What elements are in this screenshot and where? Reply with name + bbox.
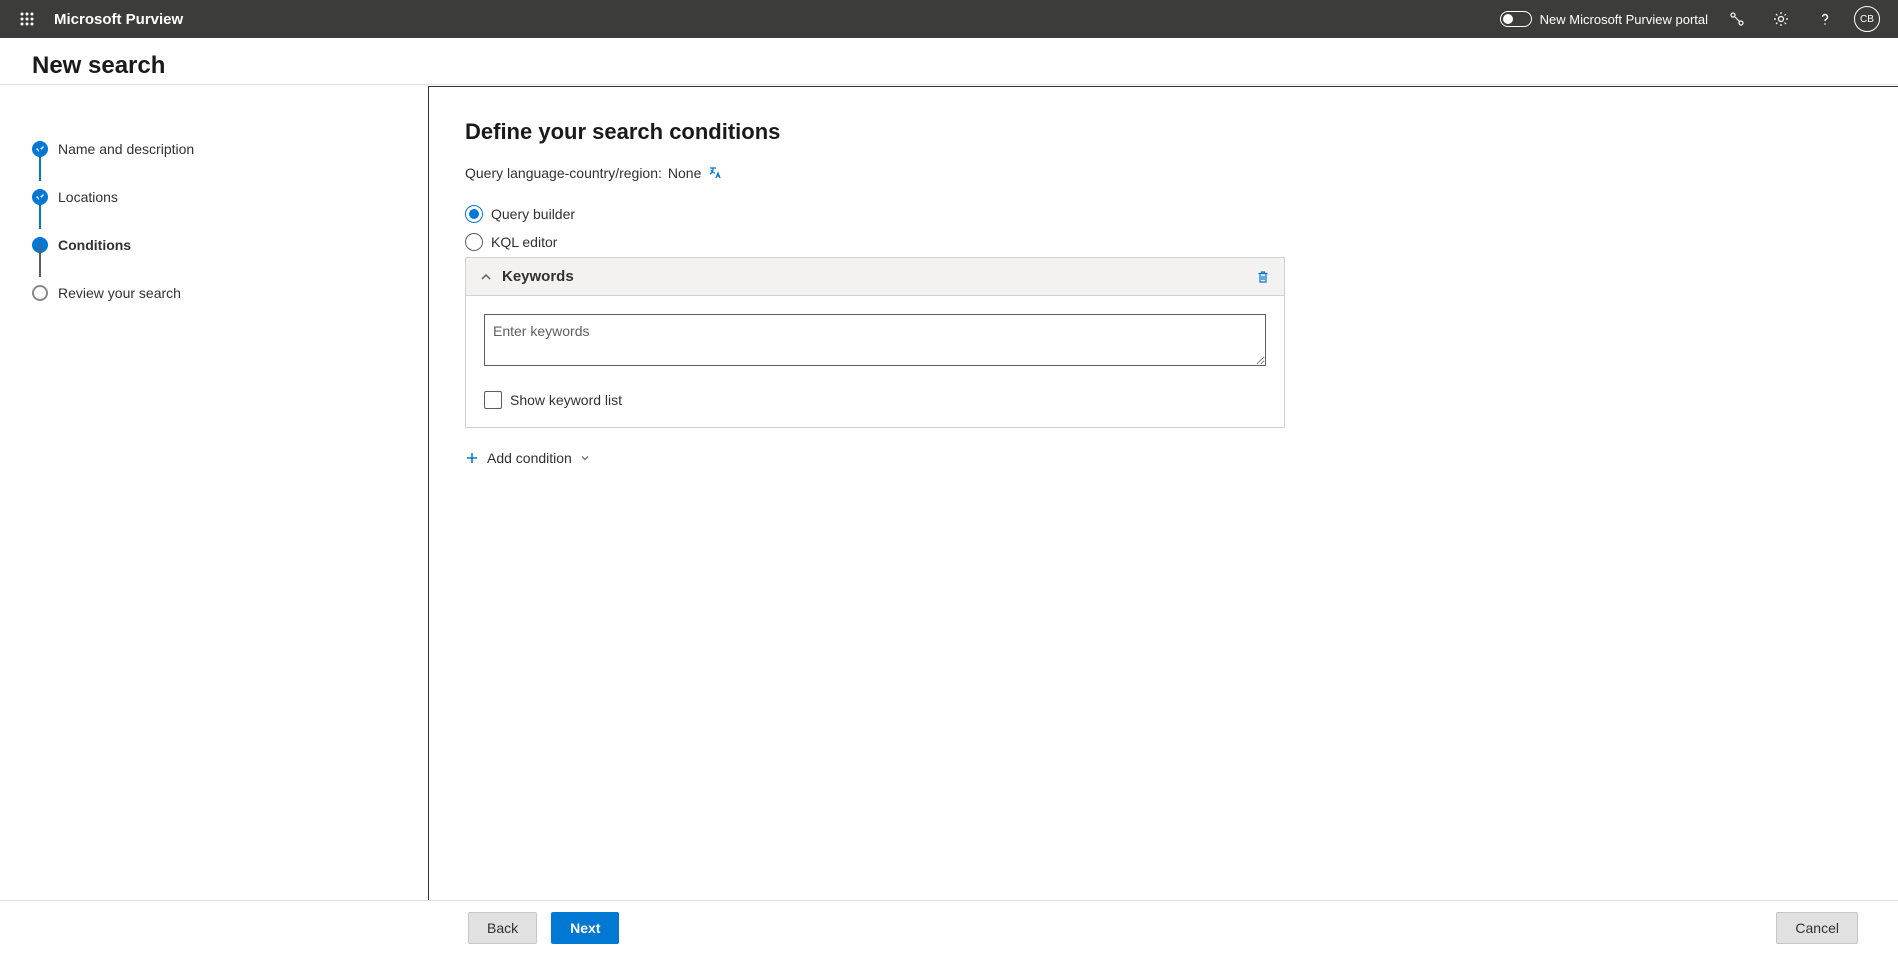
- condition-title: Keywords: [502, 268, 574, 285]
- top-bar-right: New Microsoft Purview portal CB: [1500, 4, 1890, 34]
- condition-header: Keywords: [466, 258, 1284, 296]
- wizard-step-locations[interactable]: Locations: [32, 173, 396, 221]
- show-keyword-list-checkbox[interactable]: Show keyword list: [484, 391, 1266, 409]
- plus-icon: [465, 451, 479, 465]
- chevron-down-icon: [580, 453, 590, 463]
- keywords-condition-card: Keywords Show keyword list: [465, 257, 1285, 428]
- next-button[interactable]: Next: [551, 912, 619, 944]
- delete-icon[interactable]: [1256, 270, 1270, 284]
- add-condition-label: Add condition: [487, 450, 572, 466]
- wizard-steps: Name and description Locations Condition…: [32, 125, 396, 317]
- wizard-sidebar: Name and description Locations Condition…: [0, 85, 428, 955]
- body-container: Name and description Locations Condition…: [0, 85, 1898, 955]
- radio-label: Query builder: [491, 206, 575, 222]
- checkbox-label: Show keyword list: [510, 392, 622, 408]
- current-step-icon: [32, 237, 48, 253]
- settings-icon[interactable]: [1766, 4, 1796, 34]
- check-icon: [32, 141, 48, 157]
- help-icon[interactable]: [1810, 4, 1840, 34]
- step-label: Name and description: [58, 141, 194, 157]
- query-language-row: Query language-country/region: None: [465, 165, 1862, 181]
- check-icon: [32, 189, 48, 205]
- portal-toggle[interactable]: New Microsoft Purview portal: [1500, 11, 1708, 27]
- radio-label: KQL editor: [491, 234, 557, 250]
- user-avatar[interactable]: CB: [1854, 6, 1880, 32]
- diagnostics-icon[interactable]: [1722, 4, 1752, 34]
- cancel-button[interactable]: Cancel: [1776, 912, 1858, 944]
- toggle-label: New Microsoft Purview portal: [1540, 12, 1708, 27]
- condition-body: Show keyword list: [466, 296, 1284, 427]
- checkbox-icon: [484, 391, 502, 409]
- query-language-value: None: [668, 165, 701, 181]
- step-label: Review your search: [58, 285, 181, 301]
- back-button[interactable]: Back: [468, 912, 537, 944]
- wizard-step-conditions[interactable]: Conditions: [32, 221, 396, 269]
- top-bar: Microsoft Purview New Microsoft Purview …: [0, 0, 1898, 38]
- query-mode-radio-group: Query builder KQL editor: [465, 205, 1862, 251]
- step-label: Conditions: [58, 237, 131, 253]
- radio-query-builder[interactable]: Query builder: [465, 205, 1862, 223]
- toggle-icon: [1500, 11, 1532, 27]
- radio-kql-editor[interactable]: KQL editor: [465, 233, 1862, 251]
- radio-icon: [465, 205, 483, 223]
- radio-icon: [465, 233, 483, 251]
- add-condition-button[interactable]: Add condition: [465, 450, 590, 466]
- chevron-up-icon[interactable]: [480, 271, 492, 283]
- page-header: New search: [0, 38, 1898, 85]
- panel-title: Define your search conditions: [465, 119, 1862, 145]
- pending-step-icon: [32, 285, 48, 301]
- main-panel: Define your search conditions Query lang…: [428, 86, 1898, 955]
- translate-icon[interactable]: [707, 165, 723, 181]
- wizard-step-review[interactable]: Review your search: [32, 269, 396, 317]
- query-language-label: Query language-country/region:: [465, 165, 662, 181]
- app-launcher-icon[interactable]: [8, 0, 46, 38]
- keywords-input[interactable]: [484, 314, 1266, 366]
- wizard-footer: Back Next Cancel: [0, 900, 1898, 955]
- wizard-step-name-description[interactable]: Name and description: [32, 125, 396, 173]
- page-title: New search: [32, 52, 1866, 80]
- step-label: Locations: [58, 189, 118, 205]
- app-title: Microsoft Purview: [54, 11, 183, 28]
